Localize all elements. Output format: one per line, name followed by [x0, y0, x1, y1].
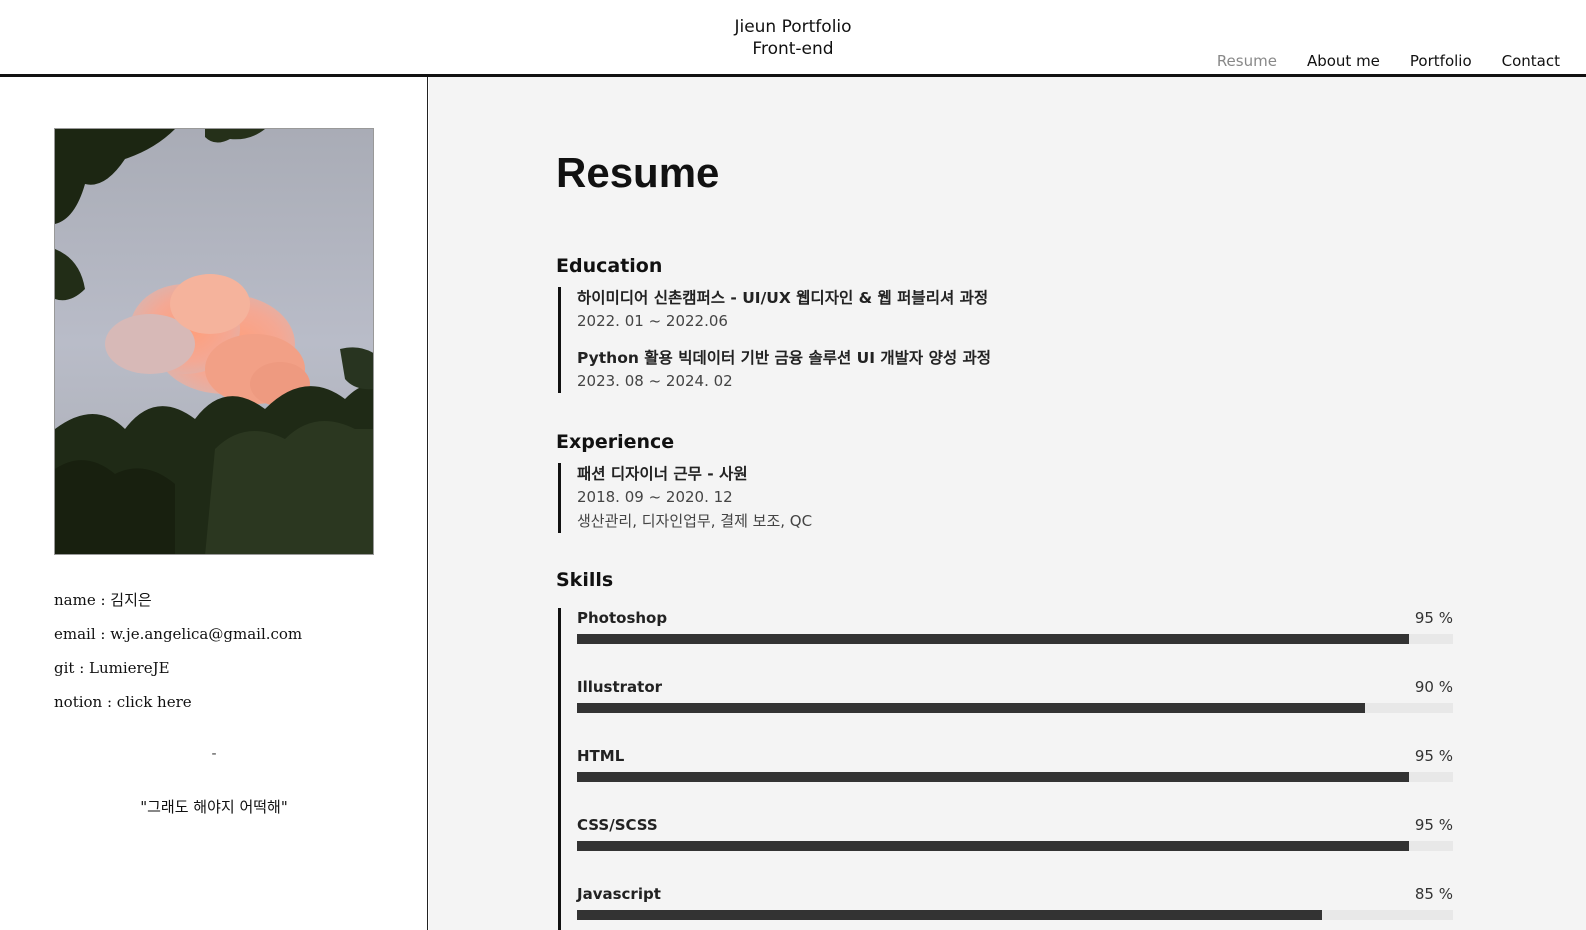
skill-name: Photoshop: [577, 609, 668, 627]
experience-item-title: 패션 디자이너 근무 - 사원: [577, 465, 748, 483]
nav-resume[interactable]: Resume: [1217, 52, 1277, 70]
experience-item-period: 2018. 09 ~ 2020. 12: [577, 488, 733, 506]
info-email[interactable]: email : w.je.angelica@gmail.com: [54, 624, 302, 658]
experience-item-description: 생산관리, 디자인업무, 결제 보조, QC: [577, 512, 813, 530]
skill-name: HTML: [577, 747, 625, 765]
education-item-title: 하이미디어 신촌캠퍼스 - UI/UX 웹디자인 & 웹 퍼블리셔 과정: [577, 289, 989, 307]
education-item-title: Python 활용 빅데이터 기반 금융 솔루션 UI 개발자 양성 과정: [577, 349, 991, 367]
contact-info: name : 김지은 email : w.je.angelica@gmail.c…: [54, 590, 302, 726]
skills-title: Skills: [556, 569, 614, 591]
info-name: name : 김지은: [54, 591, 152, 609]
profile-photo: [54, 128, 374, 555]
profile-sidebar: name : 김지은 email : w.je.angelica@gmail.c…: [0, 77, 428, 930]
skill-bar-track: [577, 703, 1453, 713]
skill-bar-fill: [577, 772, 1410, 782]
skill-name: Illustrator: [577, 678, 663, 696]
skill-bar-fill: [577, 703, 1366, 713]
skill-name: Javascript: [577, 885, 661, 903]
experience-title: Experience: [556, 431, 675, 453]
motto-quote: "그래도 해야지 어떡해": [140, 798, 288, 816]
skill-percent: 95 %: [1414, 816, 1453, 834]
skill-percent: 90 %: [1414, 678, 1453, 696]
nav-about-me[interactable]: About me: [1307, 52, 1380, 70]
nav-contact[interactable]: Contact: [1502, 52, 1560, 70]
nav-portfolio[interactable]: Portfolio: [1410, 52, 1472, 70]
skill-name: CSS/SCSS: [577, 816, 658, 834]
skill-percent: 95 %: [1414, 609, 1453, 627]
skill-bar-track: [577, 634, 1453, 644]
brand-name[interactable]: Jieun Portfolio: [0, 16, 1586, 38]
skill-bar-fill: [577, 910, 1322, 920]
experience-list: 패션 디자이너 근무 - 사원 2018. 09 ~ 2020. 12 생산관리…: [558, 463, 812, 533]
education-list: 하이미디어 신촌캠퍼스 - UI/UX 웹디자인 & 웹 퍼블리셔 과정 202…: [558, 287, 991, 393]
skill-percent: 95 %: [1414, 747, 1453, 765]
info-git[interactable]: git : LumiereJE: [54, 658, 302, 692]
site-header: Jieun Portfolio Front-end Resume About m…: [0, 0, 1586, 77]
skill-bar-track: [577, 841, 1453, 851]
skill-bar-fill: [577, 841, 1410, 851]
education-title: Education: [556, 255, 663, 277]
education-item-period: 2023. 08 ~ 2024. 02: [577, 372, 733, 390]
info-notion-link[interactable]: notion : click here: [54, 692, 302, 726]
skill-bar-fill: [577, 634, 1410, 644]
skill-percent: 85 %: [1414, 885, 1453, 903]
skills-list: Photoshop 95 % Illustrator 90 % HTML 95 …: [558, 608, 1458, 930]
divider: -: [211, 746, 217, 762]
main-nav: Resume About me Portfolio Contact: [1217, 52, 1560, 70]
page-title: Resume: [556, 149, 720, 196]
skill-bar-track: [577, 772, 1453, 782]
resume-main: Resume Education 하이미디어 신촌캠퍼스 - UI/UX 웹디자…: [429, 77, 1586, 930]
skill-bar-track: [577, 910, 1453, 920]
education-item-period: 2022. 01 ~ 2022.06: [577, 312, 728, 330]
